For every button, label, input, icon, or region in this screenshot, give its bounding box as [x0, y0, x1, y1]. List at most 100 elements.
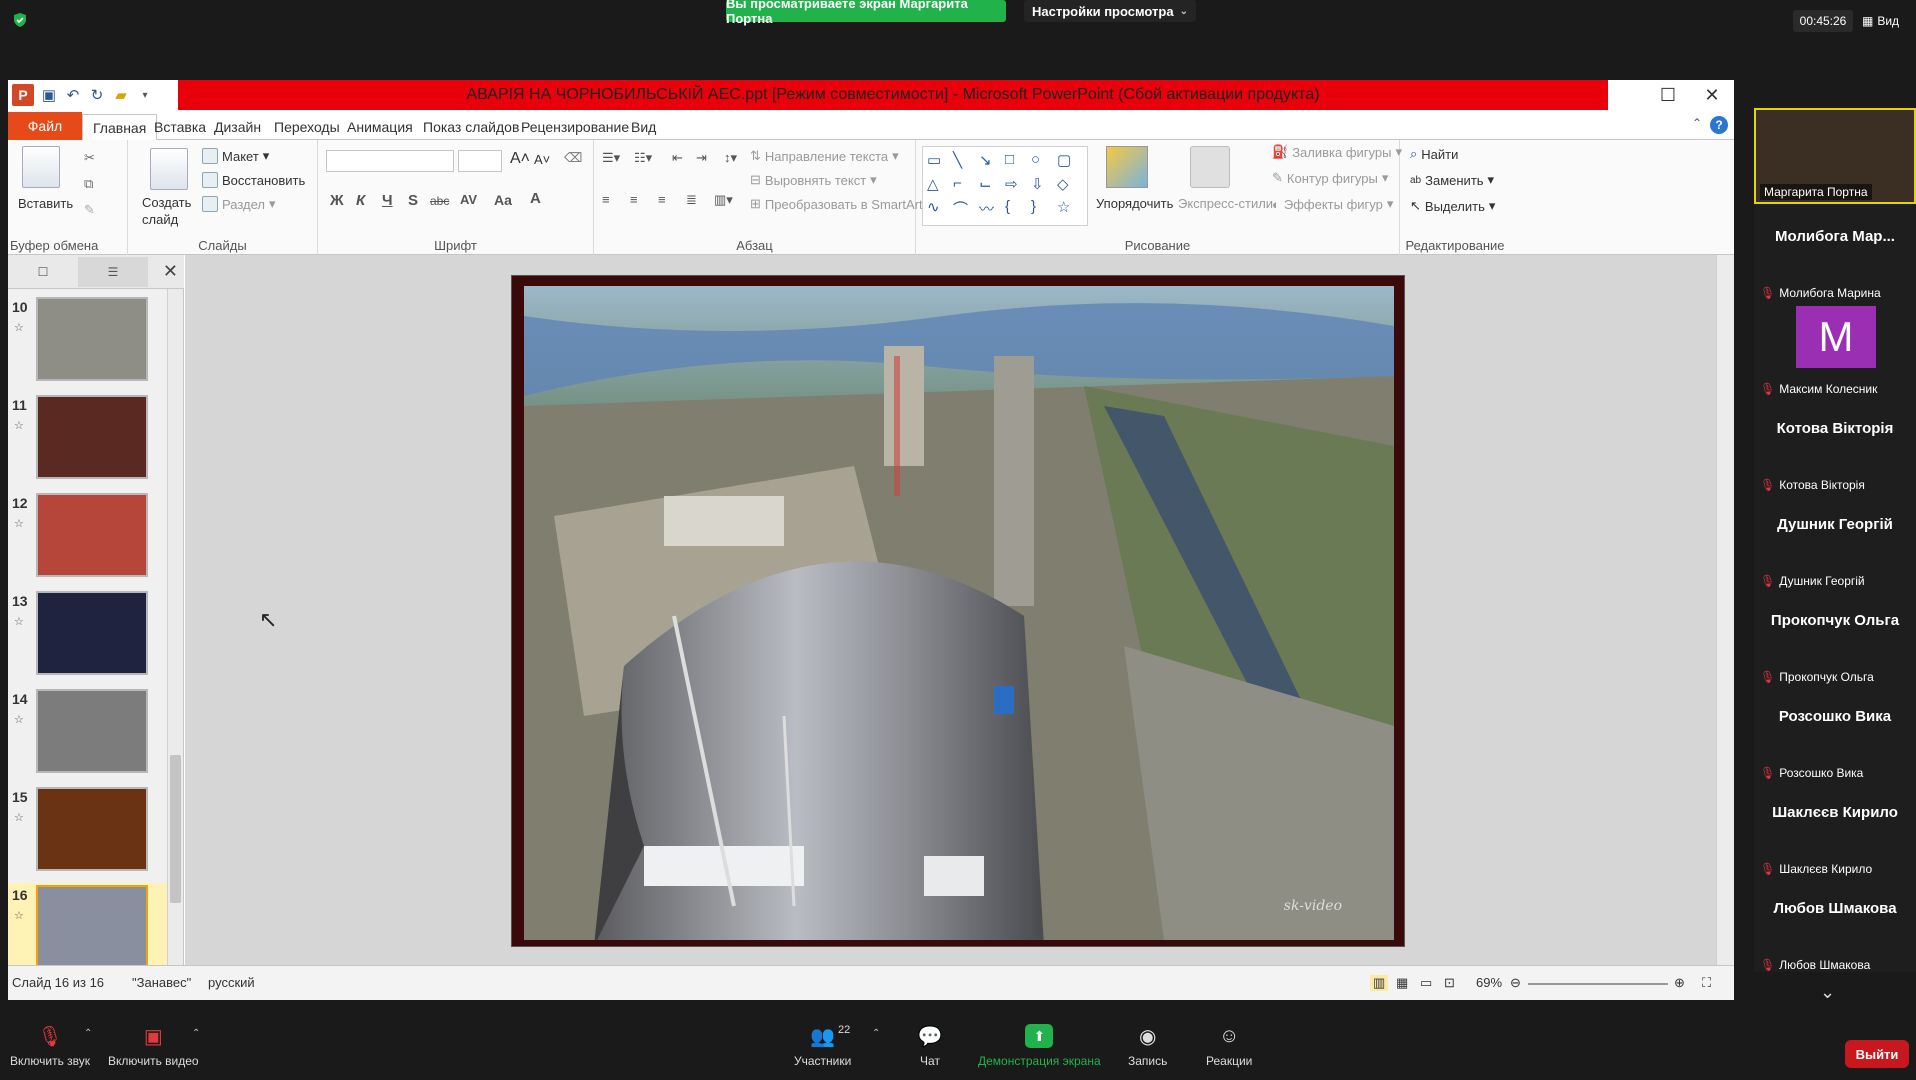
start-video-button[interactable]: ▣ Включить видео: [108, 1024, 199, 1069]
shape-outline-button[interactable]: ✎ Контур фигуры ▾: [1272, 170, 1388, 186]
zoom-level[interactable]: 69%: [1476, 975, 1502, 990]
participants-chevron[interactable]: ⌃: [872, 1028, 880, 1039]
current-slide[interactable]: sk-video: [511, 275, 1405, 947]
change-case-icon[interactable]: Aa: [494, 192, 512, 208]
reactions-button[interactable]: ☺ Реакции: [1206, 1024, 1252, 1069]
rectangle-shape-icon[interactable]: □: [1005, 151, 1027, 171]
slide-sorter-icon[interactable]: ▦: [1396, 975, 1408, 991]
font-family-select[interactable]: [326, 150, 454, 172]
format-painter-icon[interactable]: ✎: [84, 202, 95, 218]
reset-button[interactable]: Восстановить: [202, 172, 305, 188]
right-arrow-shape-icon[interactable]: ⇨: [1005, 175, 1027, 195]
char-spacing-icon[interactable]: AV: [460, 192, 477, 207]
align-left-icon[interactable]: ≡: [602, 192, 610, 207]
section-button[interactable]: Раздел ▾: [202, 196, 276, 212]
freeform-shape-icon[interactable]: 〰: [979, 198, 1001, 221]
close-window-button[interactable]: ✕: [1690, 80, 1734, 110]
justify-icon[interactable]: ≣: [686, 192, 697, 208]
participant-tile[interactable]: Котова Вікторія 🎙 Котова Вікторія: [1754, 396, 1916, 492]
participant-tile[interactable]: Любов Шмакова 🎙 Любов Шмакова: [1754, 876, 1916, 972]
ribbon-minimize-icon[interactable]: ⌃: [1692, 116, 1702, 130]
tab-slides-view[interactable]: ☐: [8, 257, 78, 287]
connector-shape-icon[interactable]: ⌙: [979, 175, 1001, 195]
shape-fill-button[interactable]: ⛽ Заливка фигуры ▾: [1272, 144, 1402, 160]
cut-icon[interactable]: ✂: [84, 150, 95, 166]
language[interactable]: русский: [208, 975, 255, 990]
font-color-icon[interactable]: A: [530, 190, 541, 207]
arrow-line-shape-icon[interactable]: ↘: [979, 151, 1001, 171]
underline-button[interactable]: Ч: [382, 192, 393, 209]
elbow-shape-icon[interactable]: ⌐: [953, 175, 975, 195]
leave-meeting-button[interactable]: Выйти: [1845, 1040, 1909, 1068]
slide-thumbnail[interactable]: 12 ☆: [8, 491, 168, 589]
open-folder-icon[interactable]: ▰: [112, 86, 130, 104]
paste-icon[interactable]: [22, 146, 60, 188]
text-direction-button[interactable]: ⇅ Направление текста ▾: [750, 148, 899, 164]
arrange-button[interactable]: Упорядочить: [1096, 196, 1173, 211]
strikethrough-button[interactable]: abc: [430, 194, 449, 208]
view-button[interactable]: ▦ Вид: [1862, 10, 1899, 32]
save-icon[interactable]: ▣: [40, 86, 58, 104]
down-arrow-shape-icon[interactable]: ⇩: [1031, 175, 1053, 195]
maximize-button[interactable]: ☐: [1646, 80, 1690, 110]
new-slide-icon[interactable]: [150, 148, 188, 190]
align-right-icon[interactable]: ≡: [658, 192, 666, 207]
decrease-indent-icon[interactable]: ⇤: [672, 150, 683, 166]
star-shape-icon[interactable]: ☆: [1057, 198, 1079, 221]
columns-icon[interactable]: ▥▾: [714, 192, 733, 208]
shrink-font-icon[interactable]: A˅: [534, 152, 550, 167]
redo-icon[interactable]: ↻: [88, 86, 106, 104]
participant-tile[interactable]: Молибога Мар... 🎙 Молибога Марина: [1754, 204, 1916, 300]
quick-styles-button[interactable]: Экспресс-стили: [1178, 196, 1273, 211]
chat-button[interactable]: 💬 Чат: [916, 1024, 944, 1069]
font-size-select[interactable]: [458, 150, 502, 172]
callout-shape-icon[interactable]: ◇: [1057, 175, 1079, 195]
brace-left-shape-icon[interactable]: {: [1005, 198, 1027, 221]
participant-tile[interactable]: Прокопчук Ольга 🎙 Прокопчук Ольга: [1754, 588, 1916, 684]
line-spacing-icon[interactable]: ↕▾: [724, 150, 737, 166]
align-center-icon[interactable]: ≡: [630, 192, 638, 207]
tab-view[interactable]: Вид: [621, 114, 666, 140]
theme-name[interactable]: "Занавес": [132, 975, 191, 990]
record-button[interactable]: ◉ Запись: [1128, 1024, 1167, 1069]
find-button[interactable]: ⌕ Найти: [1410, 146, 1458, 162]
participant-tile[interactable]: Маргарита Портна: [1754, 108, 1916, 204]
shapes-gallery[interactable]: ▭ ╲ ↘ □ ○ ▢ △ ⌐ ⌙ ⇨ ⇩ ◇ ∿ ⌒ 〰{} ☆: [922, 146, 1088, 226]
participant-tile[interactable]: Шаклєєв Кирило 🎙 Шаклєєв Кирило: [1754, 780, 1916, 876]
scroll-thumb[interactable]: [170, 755, 181, 903]
shield-icon[interactable]: [12, 12, 28, 28]
zoom-slider[interactable]: [1528, 983, 1668, 985]
paste-button[interactable]: Вставить: [18, 196, 73, 211]
slide-thumbnail[interactable]: 15 ☆: [8, 785, 168, 883]
align-text-button[interactable]: ⊟ Выровнять текст ▾: [750, 172, 877, 188]
brace-right-shape-icon[interactable]: }: [1031, 198, 1053, 221]
audio-options-chevron[interactable]: ⌃: [84, 1028, 92, 1039]
increase-indent-icon[interactable]: ⇥: [696, 150, 707, 166]
select-button[interactable]: ↖ Выделить ▾: [1410, 198, 1495, 214]
tab-review[interactable]: Рецензирование: [511, 114, 639, 140]
tab-file[interactable]: Файл: [8, 112, 82, 140]
help-icon[interactable]: ?: [1710, 116, 1728, 134]
layout-button[interactable]: Макет ▾: [202, 148, 269, 164]
slideshow-view-icon[interactable]: ⊡: [1444, 975, 1455, 991]
view-options-button[interactable]: Настройки просмотра ⌄: [1024, 0, 1196, 22]
normal-view-icon[interactable]: ▥: [1370, 975, 1389, 991]
new-slide-button[interactable]: Создать слайд: [142, 194, 202, 228]
powerpoint-logo-icon[interactable]: P: [12, 84, 34, 106]
smartart-button[interactable]: ⊞Преобразовать в SmartArt ▾: [750, 196, 933, 212]
slide-thumbnail[interactable]: 11 ☆: [8, 393, 168, 491]
zoom-in-icon[interactable]: ⊕: [1674, 975, 1685, 991]
participant-tile[interactable]: M 🎙 Максим Колесник: [1754, 300, 1916, 396]
quick-styles-icon[interactable]: [1190, 146, 1230, 188]
oval-shape-icon[interactable]: ○: [1031, 151, 1053, 171]
slide-thumbnail[interactable]: 13 ☆: [8, 589, 168, 687]
participant-tile[interactable]: Душник Георгій 🎙 Душник Георгій: [1754, 492, 1916, 588]
copy-icon[interactable]: ⧉: [84, 176, 93, 192]
tab-design[interactable]: Дизайн: [204, 114, 271, 140]
curve-shape-icon[interactable]: ∿: [927, 198, 949, 221]
slide-thumbnail[interactable]: 14 ☆: [8, 687, 168, 785]
reading-view-icon[interactable]: ▭: [1420, 975, 1432, 991]
participant-tile[interactable]: Розсошко Вика 🎙 Розсошко Вика: [1754, 684, 1916, 780]
tab-outline-view[interactable]: ☰: [78, 257, 148, 287]
zoom-out-icon[interactable]: ⊖: [1510, 975, 1521, 991]
